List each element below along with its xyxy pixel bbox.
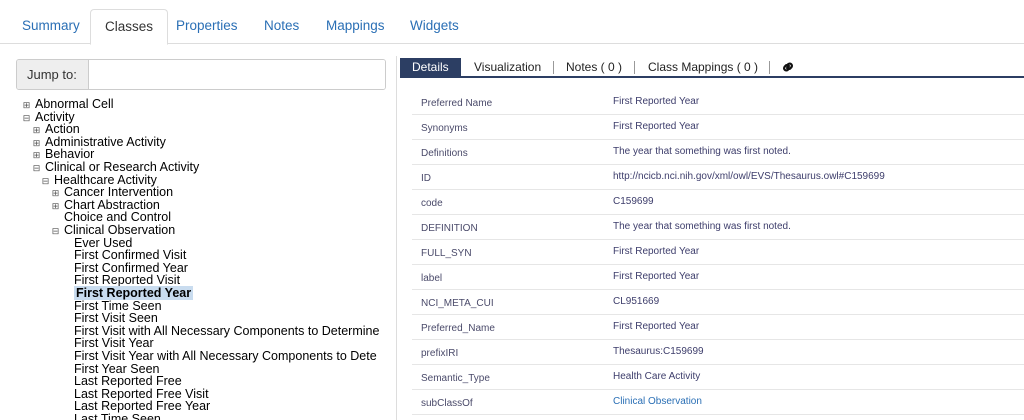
detail-key: prefixIRI	[421, 348, 459, 359]
detail-value: First Reported Year	[613, 246, 700, 257]
detail-key: Synonyms	[421, 123, 468, 134]
tab-notes[interactable]: Notes	[250, 9, 313, 45]
detail-value: First Reported Year	[613, 121, 700, 132]
detail-key: Definitions	[421, 148, 468, 159]
detail-row: code C159699	[412, 190, 1024, 215]
detail-key: FULL_SYN	[421, 248, 472, 259]
detail-row: FULL_SYN First Reported Year	[412, 240, 1024, 265]
tab-widgets[interactable]: Widgets	[396, 9, 473, 45]
tab-mappings[interactable]: Mappings	[312, 9, 399, 45]
detail-key: Preferred Name	[421, 98, 493, 109]
tab-summary[interactable]: Summary	[8, 9, 94, 45]
detail-key: NCI_META_CUI	[421, 298, 494, 309]
detail-key: DEFINITION	[421, 223, 478, 234]
detail-value: First Reported Year	[613, 321, 700, 332]
link-icon[interactable]	[781, 60, 795, 79]
detail-row: Definitions The year that something was f…	[412, 140, 1024, 165]
detail-row: ID http://ncicb.nci.nih.gov/xml/owl/EVS/T…	[412, 165, 1024, 190]
detail-tab-bar: Details Visualization Notes ( 0 ) Class …	[400, 58, 1024, 78]
detail-value: First Reported Year	[613, 271, 700, 282]
tab-details[interactable]: Details	[400, 58, 461, 76]
detail-value: The year that something was first noted.	[613, 146, 791, 157]
detail-value: C159699	[613, 196, 654, 207]
detail-key: code	[421, 198, 443, 209]
tab-properties[interactable]: Properties	[162, 9, 252, 45]
details-table: Preferred Name First Reported Year Synonym…	[412, 90, 1024, 415]
tree-node[interactable]: Last Time Seen	[61, 413, 161, 420]
detail-row: prefixIRI Thesaurus:C159699	[412, 340, 1024, 365]
detail-value: Thesaurus:C159699	[613, 346, 704, 357]
jump-to-input[interactable]	[89, 60, 385, 89]
detail-row: subClassOf Clinical Observation	[412, 390, 1024, 415]
detail-value: Health Care Activity	[613, 371, 701, 382]
jump-to-box: Jump to:	[16, 59, 386, 90]
tab-separator	[553, 61, 554, 74]
detail-row: label First Reported Year	[412, 265, 1024, 290]
collapse-icon[interactable]: ⊟	[51, 225, 60, 238]
detail-row: Synonyms First Reported Year	[412, 115, 1024, 140]
detail-key: Preferred_Name	[421, 323, 495, 334]
detail-value: The year that something was first noted.	[613, 221, 791, 232]
collapse-icon[interactable]: ⊟	[22, 112, 31, 125]
detail-value: CL951669	[613, 296, 660, 307]
tab-separator	[634, 61, 635, 74]
collapse-icon[interactable]: ⊟	[41, 175, 50, 188]
detail-value-link[interactable]: Clinical Observation	[613, 396, 702, 407]
tab-class-mappings[interactable]: Class Mappings ( 0 )	[648, 58, 758, 76]
detail-value: First Reported Year	[613, 96, 700, 107]
tab-separator	[769, 61, 770, 74]
detail-key: Semantic_Type	[421, 373, 490, 384]
collapse-icon[interactable]: ⊟	[32, 162, 41, 175]
tab-classes[interactable]: Classes	[90, 9, 169, 45]
detail-row: Preferred_Name First Reported Year	[412, 315, 1024, 340]
detail-row: NCI_META_CUI CL951669	[412, 290, 1024, 315]
detail-row: Preferred Name First Reported Year	[412, 90, 1024, 115]
detail-key: subClassOf	[421, 398, 473, 409]
detail-key: label	[421, 273, 443, 284]
detail-value: http://ncicb.nci.nih.gov/xml/owl/EVS/The…	[613, 171, 885, 182]
detail-row: Semantic_Type Health Care Activity	[412, 365, 1024, 390]
panel-divider	[396, 56, 397, 420]
tree-node-label[interactable]: Last Time Seen	[74, 412, 161, 420]
jump-to-label: Jump to:	[17, 60, 89, 89]
tab-visualization[interactable]: Visualization	[474, 58, 541, 76]
detail-row: DEFINITION The year that something was fi…	[412, 215, 1024, 240]
tab-detail-notes[interactable]: Notes ( 0 )	[566, 58, 622, 76]
class-tree: ⊞ Abnormal Cell ⊟ Activity ⊞ Action ⊞ Administr…	[0, 96, 396, 420]
top-tab-bar: Summary Classes Properties Notes Mapping…	[0, 0, 1024, 45]
detail-key: ID	[421, 173, 431, 184]
